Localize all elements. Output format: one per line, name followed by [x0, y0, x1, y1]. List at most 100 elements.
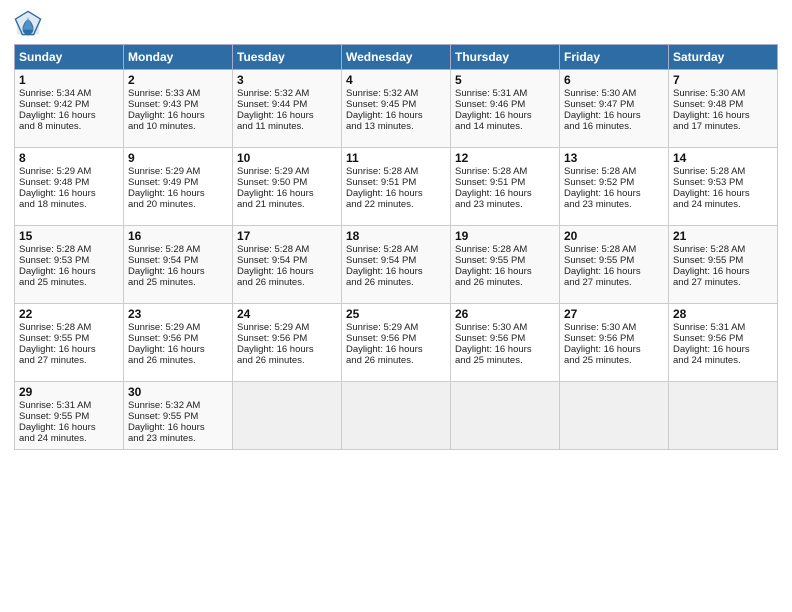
day-info: Sunrise: 5:28 AM — [564, 166, 664, 177]
calendar-cell: 29Sunrise: 5:31 AMSunset: 9:55 PMDayligh… — [15, 382, 124, 450]
day-info: and 22 minutes. — [346, 199, 446, 210]
day-info: Sunset: 9:49 PM — [128, 177, 228, 188]
day-number: 24 — [237, 307, 337, 321]
day-info: Sunset: 9:54 PM — [346, 255, 446, 266]
day-number: 6 — [564, 73, 664, 87]
day-info: and 26 minutes. — [455, 277, 555, 288]
calendar-table: SundayMondayTuesdayWednesdayThursdayFrid… — [14, 44, 778, 450]
day-info: Daylight: 16 hours — [237, 110, 337, 121]
day-info: Daylight: 16 hours — [128, 110, 228, 121]
day-info: Daylight: 16 hours — [455, 188, 555, 199]
logo — [14, 10, 44, 38]
day-number: 19 — [455, 229, 555, 243]
day-info: and 14 minutes. — [455, 121, 555, 132]
calendar-cell: 23Sunrise: 5:29 AMSunset: 9:56 PMDayligh… — [124, 304, 233, 382]
day-number: 27 — [564, 307, 664, 321]
day-number: 30 — [128, 385, 228, 399]
day-info: and 24 minutes. — [673, 199, 773, 210]
calendar-cell: 30Sunrise: 5:32 AMSunset: 9:55 PMDayligh… — [124, 382, 233, 450]
calendar-cell: 10Sunrise: 5:29 AMSunset: 9:50 PMDayligh… — [233, 148, 342, 226]
calendar-cell: 6Sunrise: 5:30 AMSunset: 9:47 PMDaylight… — [560, 70, 669, 148]
day-info: and 20 minutes. — [128, 199, 228, 210]
day-info: and 8 minutes. — [19, 121, 119, 132]
calendar-cell: 15Sunrise: 5:28 AMSunset: 9:53 PMDayligh… — [15, 226, 124, 304]
day-number: 3 — [237, 73, 337, 87]
calendar-cell: 2Sunrise: 5:33 AMSunset: 9:43 PMDaylight… — [124, 70, 233, 148]
calendar-cell: 27Sunrise: 5:30 AMSunset: 9:56 PMDayligh… — [560, 304, 669, 382]
day-info: Sunset: 9:54 PM — [128, 255, 228, 266]
day-info: Sunset: 9:52 PM — [564, 177, 664, 188]
day-number: 20 — [564, 229, 664, 243]
calendar-cell — [560, 382, 669, 450]
day-info: Sunset: 9:48 PM — [673, 99, 773, 110]
day-info: Sunrise: 5:31 AM — [673, 322, 773, 333]
day-info: Sunrise: 5:29 AM — [128, 166, 228, 177]
day-info: Sunrise: 5:33 AM — [128, 88, 228, 99]
calendar-cell: 24Sunrise: 5:29 AMSunset: 9:56 PMDayligh… — [233, 304, 342, 382]
col-header-thursday: Thursday — [451, 45, 560, 70]
col-header-wednesday: Wednesday — [342, 45, 451, 70]
day-number: 17 — [237, 229, 337, 243]
day-info: Daylight: 16 hours — [455, 344, 555, 355]
day-info: Sunset: 9:56 PM — [455, 333, 555, 344]
day-info: and 27 minutes. — [564, 277, 664, 288]
day-info: Sunrise: 5:29 AM — [19, 166, 119, 177]
day-info: Sunset: 9:55 PM — [19, 411, 119, 422]
calendar-week-2: 8Sunrise: 5:29 AMSunset: 9:48 PMDaylight… — [15, 148, 778, 226]
day-info: Sunset: 9:53 PM — [19, 255, 119, 266]
calendar-cell: 8Sunrise: 5:29 AMSunset: 9:48 PMDaylight… — [15, 148, 124, 226]
day-number: 22 — [19, 307, 119, 321]
day-info: Sunrise: 5:29 AM — [346, 322, 446, 333]
day-info: Sunrise: 5:28 AM — [128, 244, 228, 255]
col-header-tuesday: Tuesday — [233, 45, 342, 70]
day-info: Sunset: 9:56 PM — [128, 333, 228, 344]
day-number: 26 — [455, 307, 555, 321]
calendar-week-5: 29Sunrise: 5:31 AMSunset: 9:55 PMDayligh… — [15, 382, 778, 450]
calendar-cell: 22Sunrise: 5:28 AMSunset: 9:55 PMDayligh… — [15, 304, 124, 382]
day-number: 11 — [346, 151, 446, 165]
day-info: Daylight: 16 hours — [128, 344, 228, 355]
day-info: Sunrise: 5:28 AM — [564, 244, 664, 255]
day-info: and 25 minutes. — [19, 277, 119, 288]
day-info: and 27 minutes. — [673, 277, 773, 288]
day-info: and 23 minutes. — [564, 199, 664, 210]
day-info: Daylight: 16 hours — [128, 422, 228, 433]
day-info: and 26 minutes. — [346, 277, 446, 288]
day-number: 23 — [128, 307, 228, 321]
day-info: Sunset: 9:56 PM — [237, 333, 337, 344]
day-info: Sunset: 9:55 PM — [455, 255, 555, 266]
day-info: Daylight: 16 hours — [346, 344, 446, 355]
day-info: Sunset: 9:55 PM — [19, 333, 119, 344]
day-info: Sunrise: 5:28 AM — [455, 244, 555, 255]
calendar-cell: 4Sunrise: 5:32 AMSunset: 9:45 PMDaylight… — [342, 70, 451, 148]
calendar-cell: 20Sunrise: 5:28 AMSunset: 9:55 PMDayligh… — [560, 226, 669, 304]
day-info: Sunrise: 5:30 AM — [455, 322, 555, 333]
day-info: and 16 minutes. — [564, 121, 664, 132]
calendar-cell: 21Sunrise: 5:28 AMSunset: 9:55 PMDayligh… — [669, 226, 778, 304]
day-info: Daylight: 16 hours — [346, 110, 446, 121]
day-info: Sunset: 9:50 PM — [237, 177, 337, 188]
calendar-week-4: 22Sunrise: 5:28 AMSunset: 9:55 PM Dayligh… — [15, 304, 778, 382]
calendar-cell: 7Sunrise: 5:30 AMSunset: 9:48 PMDaylight… — [669, 70, 778, 148]
day-info: Sunrise: 5:30 AM — [564, 88, 664, 99]
day-info: Daylight: 16 hours — [455, 110, 555, 121]
day-info: Daylight: 16 hours — [564, 110, 664, 121]
day-info: Daylight: 16 hours — [19, 110, 119, 121]
day-info: Daylight: 16 hours — [673, 188, 773, 199]
calendar-week-3: 15Sunrise: 5:28 AMSunset: 9:53 PMDayligh… — [15, 226, 778, 304]
day-info: Sunrise: 5:29 AM — [128, 322, 228, 333]
calendar-header-row: SundayMondayTuesdayWednesdayThursdayFrid… — [15, 45, 778, 70]
day-info: and 18 minutes. — [19, 199, 119, 210]
day-info: Sunrise: 5:30 AM — [673, 88, 773, 99]
col-header-monday: Monday — [124, 45, 233, 70]
calendar-cell: 28Sunrise: 5:31 AMSunset: 9:56 PMDayligh… — [669, 304, 778, 382]
day-info: and 11 minutes. — [237, 121, 337, 132]
calendar-cell — [342, 382, 451, 450]
day-info: and 23 minutes. — [128, 433, 228, 444]
day-number: 2 — [128, 73, 228, 87]
day-number: 18 — [346, 229, 446, 243]
calendar-cell — [451, 382, 560, 450]
day-info: Sunset: 9:56 PM — [673, 333, 773, 344]
day-info: Sunrise: 5:28 AM — [19, 322, 119, 333]
calendar-cell: 1Sunrise: 5:34 AMSunset: 9:42 PMDaylight… — [15, 70, 124, 148]
